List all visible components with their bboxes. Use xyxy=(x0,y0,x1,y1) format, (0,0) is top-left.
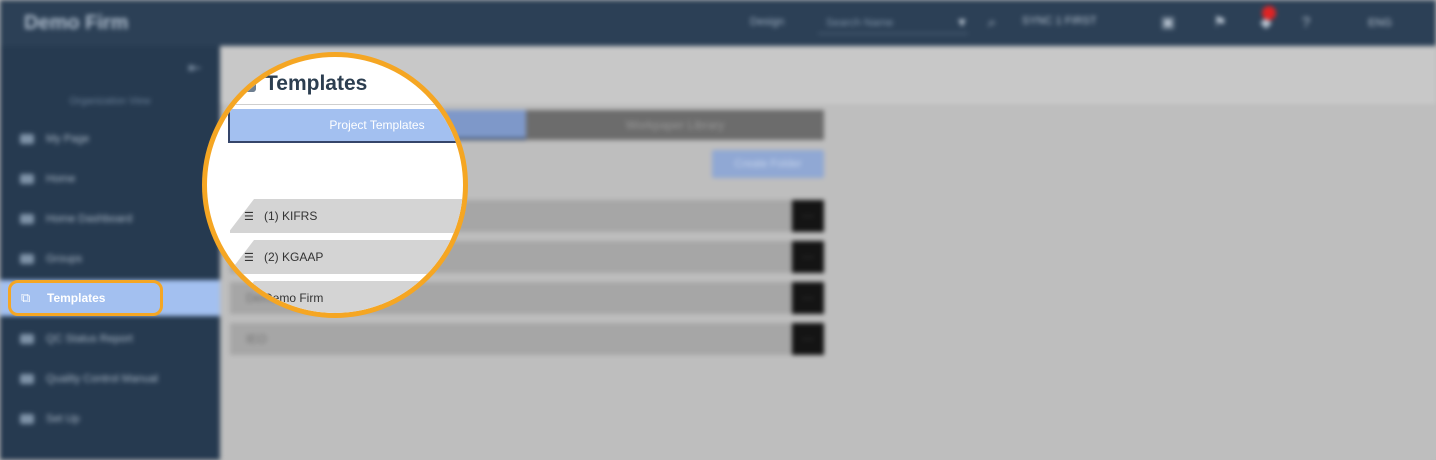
home-icon xyxy=(20,174,34,184)
more-options-icon[interactable]: ⋯ xyxy=(792,241,824,273)
filter-icon[interactable]: ▾ xyxy=(952,13,972,33)
template-row[interactable]: IEO ⋯ xyxy=(230,323,824,355)
sidebar-item-setup[interactable]: Set Up xyxy=(20,408,80,430)
sidebar-caption: Organization View xyxy=(69,96,151,107)
sidebar: ⇤ Organization View My Page Home Home Da… xyxy=(0,46,220,460)
list-icon: ☰ xyxy=(244,251,254,264)
templates-icon: ⧉ xyxy=(21,290,31,305)
sync-status[interactable]: SYNC 1 FIRST xyxy=(1022,15,1097,27)
magnified-content: Templates Project Templates ☰ (1) KIFRS ☰… xyxy=(207,57,463,313)
sidebar-item-my-page[interactable]: My Page xyxy=(20,128,89,150)
sidebar-item-qc-status[interactable]: QC Status Report xyxy=(20,328,133,350)
firm-name: Demo Firm xyxy=(24,12,129,34)
design-menu[interactable]: Design xyxy=(750,16,784,28)
sidebar-item-groups[interactable]: Groups xyxy=(20,248,82,270)
page-icon xyxy=(20,134,34,144)
building-icon[interactable]: ▣ xyxy=(1158,13,1178,33)
report-icon xyxy=(20,334,34,344)
manual-icon xyxy=(20,374,34,384)
more-options-icon[interactable]: ⋯ xyxy=(792,200,824,232)
list-icon: ☰ xyxy=(244,292,254,305)
header-divider xyxy=(228,104,463,105)
language-select[interactable]: ENG xyxy=(1350,13,1410,33)
search-icon[interactable]: ⌕ xyxy=(982,13,1002,33)
more-options-icon[interactable]: ⋯ xyxy=(792,323,824,355)
sidebar-item-quality-manual[interactable]: Quality Control Manual xyxy=(20,368,158,390)
dashboard-icon xyxy=(20,214,34,224)
search-input[interactable]: Search Name xyxy=(818,12,968,34)
collapse-sidebar-icon[interactable]: ⇤ xyxy=(188,58,201,78)
sidebar-item-home[interactable]: Home xyxy=(20,168,75,190)
top-navigation-bar: Demo Firm Design Search Name ▾ ⌕ SYNC 1 … xyxy=(0,0,1436,46)
magnifier-callout: Templates Project Templates ☰ (1) KIFRS ☰… xyxy=(202,52,468,318)
tab-workpaper-library[interactable]: Workpaper Library xyxy=(526,110,824,140)
notification-badge xyxy=(1262,6,1276,20)
flag-icon[interactable]: ⚑ xyxy=(1210,13,1230,33)
create-folder-button[interactable]: Create Folder xyxy=(712,150,824,178)
sidebar-item-templates[interactable]: ⧉ Templates xyxy=(8,280,163,316)
list-icon: ☰ xyxy=(244,210,254,223)
template-row-kifrs[interactable]: ☰ (1) KIFRS xyxy=(230,199,463,233)
sidebar-item-home-dashboard[interactable]: Home Dashboard xyxy=(20,208,132,230)
help-icon[interactable]: ? xyxy=(1296,13,1316,33)
settings-icon xyxy=(20,414,34,424)
magnified-page-title: Templates xyxy=(265,72,368,95)
magnified-tab-project-templates[interactable]: Project Templates xyxy=(228,109,463,143)
template-row-demo-firm[interactable]: ☰ Demo Firm xyxy=(230,281,463,313)
templates-title-icon xyxy=(240,76,256,92)
more-options-icon[interactable]: ⋯ xyxy=(792,282,824,314)
template-row-kgaap[interactable]: ☰ (2) KGAAP xyxy=(230,240,463,274)
groups-icon xyxy=(20,254,34,264)
